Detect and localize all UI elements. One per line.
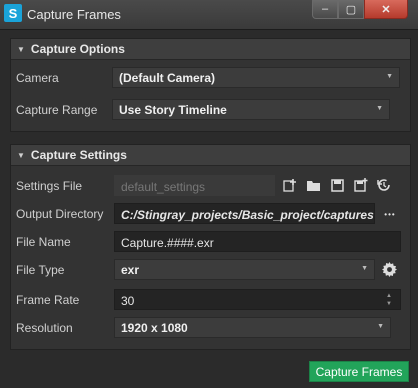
stepper-arrows[interactable]: ▲ ▼	[386, 292, 394, 308]
file-name-field[interactable]: Capture.####.exr	[114, 231, 401, 252]
chevron-down-icon: ▼	[376, 105, 383, 112]
settings-file-label: Settings File	[16, 179, 83, 193]
window-controls: – ▢ ✕	[312, 0, 408, 19]
camera-label: Camera	[16, 71, 59, 85]
settings-file-field: default_settings	[114, 175, 275, 196]
minimize-button[interactable]: –	[312, 0, 338, 19]
capture-settings-title: Capture Settings	[30, 148, 127, 162]
file-type-select[interactable]: exr ▼	[114, 259, 375, 280]
chevron-up-icon[interactable]: ▲	[386, 292, 394, 300]
output-directory-row: Output Directory C:/Stingray_projects/Ba…	[11, 203, 410, 225]
resolution-label: Resolution	[16, 321, 73, 335]
save-as-icon[interactable]	[352, 176, 370, 194]
capture-range-label: Capture Range	[16, 103, 98, 117]
collapse-caret-icon: ▼	[17, 150, 25, 160]
file-type-value: exr	[121, 263, 140, 277]
collapse-caret-icon: ▼	[17, 44, 25, 54]
frame-rate-value: 30	[121, 294, 135, 308]
capture-range-select[interactable]: Use Story Timeline ▼	[112, 99, 390, 120]
reset-icon[interactable]	[375, 176, 393, 194]
resolution-value: 1920 x 1080	[121, 321, 188, 335]
capture-options-header[interactable]: ▼ Capture Options	[11, 39, 410, 60]
resolution-row: Resolution 1920 x 1080 ▼	[11, 317, 410, 339]
frame-rate-label: Frame Rate	[16, 293, 80, 307]
browse-button[interactable]: •••	[381, 205, 399, 223]
chevron-down-icon: ▼	[377, 323, 384, 330]
gear-icon[interactable]	[380, 260, 398, 278]
chevron-down-icon[interactable]: ▼	[386, 300, 394, 308]
title-bar: S Capture Frames – ▢ ✕	[0, 0, 418, 30]
output-directory-field[interactable]: C:/Stingray_projects/Basic_project/captu…	[114, 203, 375, 224]
capture-options-title: Capture Options	[30, 42, 125, 56]
frame-rate-row: Frame Rate 30 ▲ ▼	[11, 289, 410, 311]
chevron-down-icon: ▼	[386, 73, 393, 80]
camera-select[interactable]: (Default Camera) ▼	[112, 67, 400, 88]
add-icon[interactable]	[281, 176, 299, 194]
capture-frames-button[interactable]: Capture Frames	[309, 361, 409, 382]
file-name-row: File Name Capture.####.exr	[11, 231, 410, 253]
settings-file-row: Settings File default_settings	[11, 175, 410, 197]
chevron-down-icon: ▼	[361, 265, 368, 272]
resolution-select[interactable]: 1920 x 1080 ▼	[114, 317, 391, 338]
file-name-label: File Name	[16, 235, 71, 249]
save-icon[interactable]	[328, 176, 346, 194]
output-directory-label: Output Directory	[16, 207, 104, 221]
file-type-label: File Type	[16, 263, 65, 277]
capture-settings-header[interactable]: ▼ Capture Settings	[11, 145, 410, 166]
stingray-logo-icon: S	[4, 4, 22, 22]
close-button[interactable]: ✕	[364, 0, 408, 19]
capture-range-row: Capture Range Use Story Timeline ▼	[11, 99, 410, 121]
maximize-button[interactable]: ▢	[338, 0, 364, 19]
frame-rate-stepper[interactable]: 30 ▲ ▼	[114, 289, 401, 310]
capture-range-value: Use Story Timeline	[119, 103, 227, 117]
capture-settings-panel: ▼ Capture Settings Settings File default…	[10, 144, 411, 350]
file-type-row: File Type exr ▼	[11, 259, 410, 281]
window-title: Capture Frames	[27, 7, 121, 22]
camera-value: (Default Camera)	[119, 71, 216, 85]
capture-options-panel: ▼ Capture Options Camera (Default Camera…	[10, 38, 411, 132]
camera-row: Camera (Default Camera) ▼	[11, 67, 410, 89]
folder-icon[interactable]	[304, 176, 322, 194]
